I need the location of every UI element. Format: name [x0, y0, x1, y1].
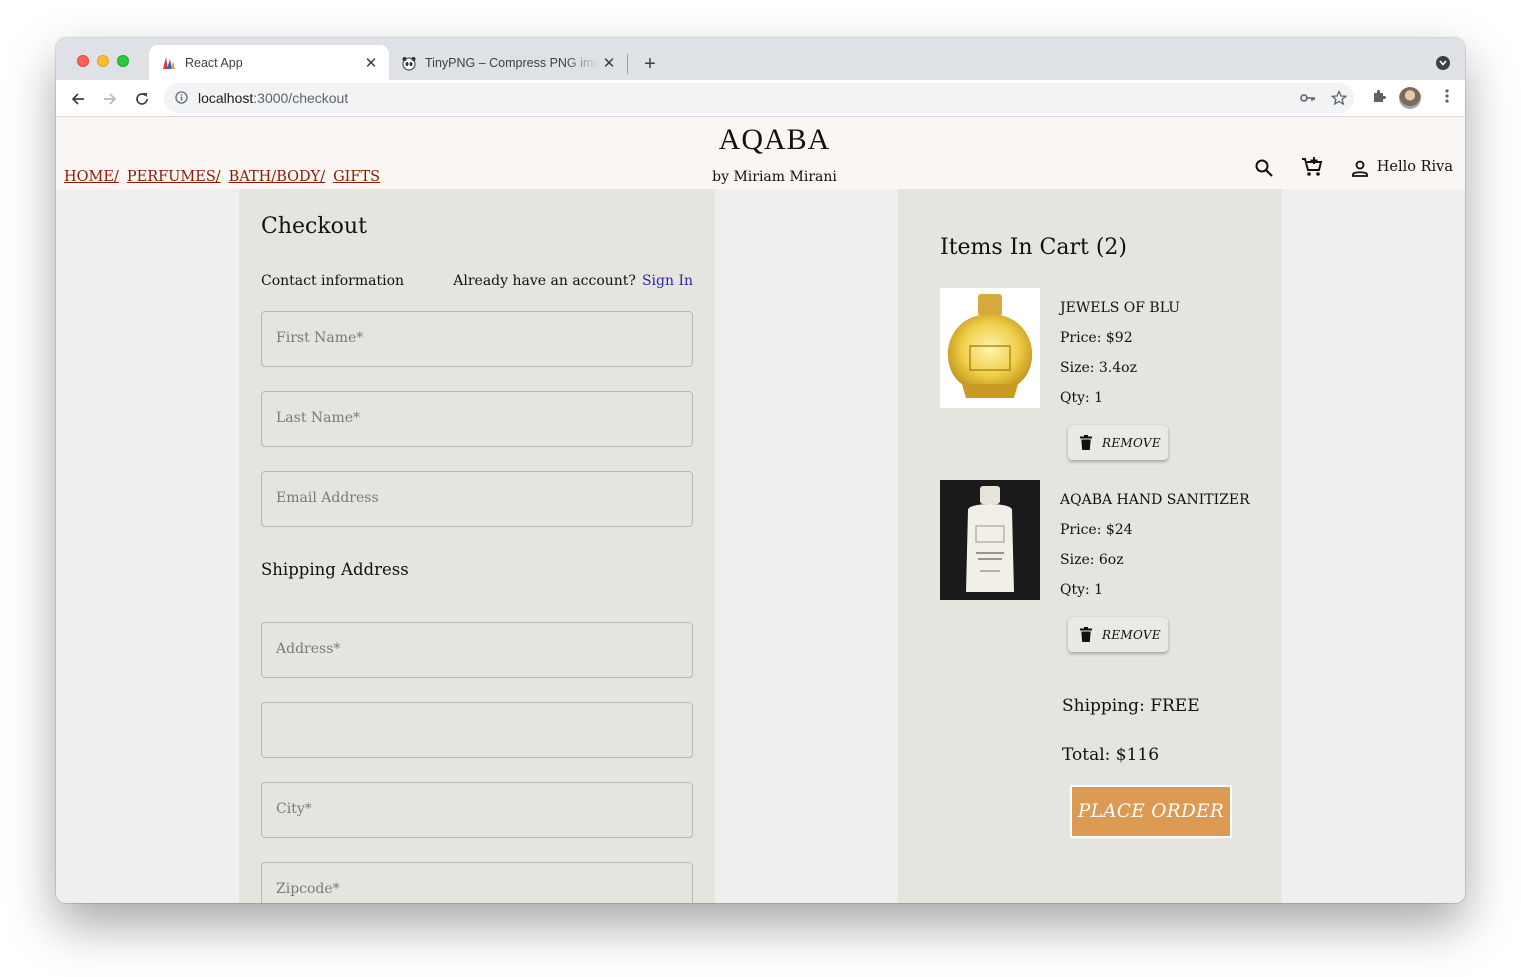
url-path: :3000/checkout	[253, 90, 349, 106]
reload-icon[interactable]	[131, 88, 153, 110]
extensions-puzzle-icon[interactable]	[1371, 88, 1387, 104]
sign-in-link[interactable]: Sign In	[642, 273, 693, 289]
profile-avatar[interactable]	[1399, 87, 1421, 109]
remove-item-button[interactable]: REMOVE	[1068, 425, 1168, 460]
page-viewport: AQABA by Miriam Mirani HOME/ PERFUMES/ B…	[56, 117, 1465, 903]
city-field[interactable]: City*	[261, 782, 693, 838]
address-line-2-field[interactable]	[261, 702, 693, 758]
field-placeholder: Email Address	[276, 490, 379, 506]
tab-react-app[interactable]: React App ✕	[149, 45, 389, 80]
place-order-button[interactable]: PLACE ORDER	[1070, 785, 1232, 838]
field-placeholder: Last Name*	[276, 410, 361, 426]
tab-separator	[627, 54, 628, 74]
first-name-field[interactable]: First Name*	[261, 311, 693, 367]
cart-item-name: JEWELS OF BLU	[1060, 300, 1181, 316]
field-placeholder: Zipcode*	[276, 881, 340, 897]
account-prompt-text: Already have an account?	[453, 273, 636, 289]
address-bar[interactable]: localhost:3000/checkout	[164, 83, 1354, 113]
site-header: AQABA by Miriam Mirani HOME/ PERFUMES/ B…	[56, 117, 1465, 189]
trash-icon	[1080, 627, 1092, 642]
account-prompt: Already have an account? Sign In	[453, 273, 693, 289]
shipping-address-heading: Shipping Address	[261, 560, 409, 579]
tab-title: React App	[185, 55, 243, 70]
email-field[interactable]: Email Address	[261, 471, 693, 527]
minimize-window-button[interactable]	[97, 55, 109, 67]
cart-item-name: AQABA HAND SANITIZER	[1060, 492, 1250, 508]
forward-icon[interactable]	[99, 88, 121, 110]
cart-item-size: Size: 6oz	[1060, 552, 1124, 568]
trash-icon	[1080, 435, 1092, 450]
panda-favicon-icon	[402, 56, 416, 70]
main-nav: HOME/ PERFUMES/ BATH/BODY/ GIFTS	[64, 169, 380, 185]
last-name-field[interactable]: Last Name*	[261, 391, 693, 447]
product-image-jewels-of-blu	[940, 288, 1040, 408]
shipping-cost: Shipping: FREE	[1062, 696, 1200, 716]
url-host: localhost	[198, 90, 254, 106]
contact-info-label: Contact information	[261, 273, 405, 289]
search-icon[interactable]	[1254, 158, 1274, 178]
close-window-button[interactable]	[77, 55, 89, 67]
back-icon[interactable]	[67, 88, 89, 110]
brand-logo[interactable]: AQABA	[56, 123, 1465, 157]
tab-title: TinyPNG – Compress PNG images	[425, 55, 599, 70]
checkout-title: Checkout	[261, 214, 367, 239]
address-field[interactable]: Address*	[261, 622, 693, 678]
tab-tinypng[interactable]: TinyPNG – Compress PNG images ✕	[389, 45, 627, 80]
password-key-icon[interactable]	[1300, 92, 1316, 104]
cart-item-qty: Qty: 1	[1060, 582, 1104, 598]
new-tab-button[interactable]: +	[638, 52, 662, 76]
tab-search-icon[interactable]	[1436, 56, 1450, 70]
account-icon[interactable]	[1350, 159, 1370, 179]
product-image-hand-sanitizer	[940, 480, 1040, 600]
nav-perfumes[interactable]: PERFUMES/	[127, 169, 221, 185]
nav-bath-body[interactable]: BATH/BODY/	[229, 169, 325, 185]
browser-toolbar: localhost:3000/checkout	[56, 80, 1465, 117]
user-greeting[interactable]: Hello Riva	[1377, 159, 1453, 175]
nav-home[interactable]: HOME/	[64, 169, 119, 185]
bookmark-star-icon[interactable]	[1331, 90, 1347, 106]
url-text[interactable]: localhost:3000/checkout	[198, 90, 348, 106]
cart-item-price: Price: $92	[1060, 330, 1133, 346]
nav-gifts[interactable]: GIFTS	[333, 169, 380, 185]
tab-strip: React App ✕ TinyPNG – Compress PNG image…	[56, 38, 1465, 80]
browser-menu-icon[interactable]	[1445, 88, 1449, 104]
cart-item-price: Price: $24	[1060, 522, 1133, 538]
close-tab-icon[interactable]: ✕	[599, 53, 619, 73]
cart-item-qty: Qty: 1	[1060, 390, 1104, 406]
remove-label: REMOVE	[1102, 627, 1161, 642]
maximize-window-button[interactable]	[117, 55, 129, 67]
remove-label: REMOVE	[1102, 435, 1161, 450]
react-app-favicon-icon	[163, 56, 175, 69]
order-total: Total: $116	[1062, 745, 1160, 765]
checkout-panel: Checkout Contact information Already hav…	[239, 189, 715, 903]
browser-window: React App ✕ TinyPNG – Compress PNG image…	[56, 38, 1465, 903]
remove-item-button[interactable]: REMOVE	[1068, 617, 1168, 652]
field-placeholder: Address*	[276, 641, 341, 657]
cart-item-size: Size: 3.4oz	[1060, 360, 1137, 376]
field-placeholder: First Name*	[276, 330, 364, 346]
cart-title: Items In Cart (2)	[940, 235, 1128, 260]
site-info-icon[interactable]	[175, 91, 188, 104]
field-placeholder: City*	[276, 801, 312, 817]
zipcode-field[interactable]: Zipcode*	[261, 862, 693, 903]
cart-panel: Items In Cart (2) JEWELS OF BLU Price: $…	[898, 189, 1282, 903]
cart-icon[interactable]	[1301, 156, 1323, 178]
close-tab-icon[interactable]: ✕	[361, 53, 381, 73]
